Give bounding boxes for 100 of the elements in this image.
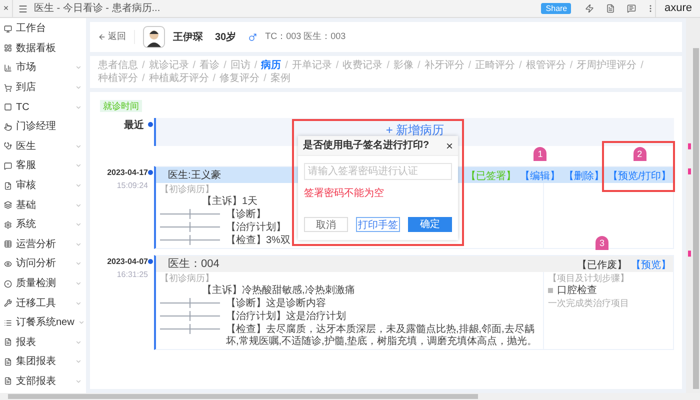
sidebar-item[interactable]: 运营分析	[0, 234, 86, 254]
tab-separator: /	[570, 59, 573, 72]
tab[interactable]: 补牙评分	[424, 59, 464, 72]
note-marker: 2	[633, 147, 646, 161]
tab-separator: /	[224, 59, 226, 72]
sidebar-item[interactable]: 访问分析	[0, 254, 86, 274]
password-field[interactable]: 请输入签署密码进行认证	[304, 163, 452, 180]
share-button[interactable]: Share	[541, 3, 572, 14]
comment-icon[interactable]	[627, 4, 636, 13]
sidebar-item[interactable]: 到店	[0, 78, 86, 98]
record-field: 【主诉】1天	[202, 196, 258, 208]
dialog-button[interactable]: 打印手签	[356, 217, 400, 232]
back-arrow-icon	[98, 33, 106, 41]
tab[interactable]: 看诊	[200, 59, 220, 72]
side-item: 口腔检查	[548, 284, 597, 297]
tab-separator: /	[254, 59, 258, 72]
tab-separator: /	[336, 59, 339, 72]
tab-separator: /	[192, 59, 196, 72]
tab[interactable]: 案例	[270, 72, 290, 85]
sidebar-item[interactable]: 工作台	[0, 19, 86, 39]
tooth-position-drawing	[160, 298, 220, 308]
close-button[interactable]: ×	[446, 140, 453, 152]
menu-item-icon	[4, 64, 12, 72]
tooth-position-drawing	[160, 209, 220, 219]
sidebar-item[interactable]: 集团报表	[0, 352, 86, 372]
sidebar-item[interactable]: 报表	[0, 332, 86, 352]
record-field: 【诊断】这是诊断内容	[226, 298, 326, 310]
record-field: 【检查】3%双	[226, 235, 290, 247]
menu-item-icon	[4, 162, 12, 170]
tab[interactable]: 正畸评分	[475, 59, 516, 72]
menu-item-icon	[4, 299, 12, 308]
sidebar-item[interactable]: 迁移工具	[0, 293, 86, 313]
tab-separator: /	[640, 59, 644, 72]
patient-age: 30岁	[215, 30, 236, 44]
tab[interactable]: 根管评分	[526, 59, 566, 72]
tab-separator: /	[285, 59, 288, 72]
dialog-title: 是否使用电子签名进行打印?	[303, 138, 430, 153]
tab[interactable]: 病历	[261, 59, 282, 72]
tab-separator: /	[468, 59, 472, 72]
male-icon	[248, 32, 258, 42]
tab[interactable]: 回访	[230, 59, 250, 72]
sidebar-item[interactable]: 门诊经理	[0, 116, 86, 137]
record-doctor: 医生：004	[168, 256, 220, 272]
tab-separator: /	[386, 59, 390, 72]
staff-info: TC：003 医生：003	[265, 30, 346, 44]
menu-item-icon	[4, 182, 12, 190]
menu-item-icon	[4, 122, 12, 131]
menu-item-icon	[4, 260, 12, 268]
back-button[interactable]: 返回	[98, 30, 135, 44]
menu-item-icon	[4, 240, 12, 248]
tab-separator: /	[212, 72, 216, 85]
record-field: 【检查】去尽腐质，达牙本质深层，未及露髓点比热,排龈,邻面,去尽龋坏,常规医嘱,不适随诊,护髓,垫底，树脂充填，调磨充填体高点，抛光。	[226, 324, 539, 348]
tab[interactable]: 影像	[393, 59, 414, 72]
sidebar-item[interactable]: 客服	[0, 156, 86, 176]
sidebar-item[interactable]: 审核	[0, 176, 86, 196]
record-action[interactable]: 【预览/打印】	[608, 171, 671, 182]
tab[interactable]: 种植评分	[98, 72, 138, 85]
tab[interactable]: 修复评分	[220, 72, 260, 85]
note-marker: 3	[596, 236, 608, 250]
sidebar-item[interactable]: 基础	[0, 195, 86, 215]
dialog-button[interactable]: 确定	[408, 217, 452, 232]
side-note: 一次完成类治疗项目	[548, 297, 629, 309]
sidebar-item[interactable]: 质量检测	[0, 274, 86, 294]
document-icon[interactable]	[606, 4, 616, 13]
menu-item-icon	[4, 318, 12, 327]
dialog-button[interactable]: 取消	[304, 217, 348, 232]
close-button[interactable]: ×	[0, 0, 13, 17]
tab[interactable]: 开单记录	[292, 59, 332, 72]
record-type: 【初诊病历】	[160, 184, 214, 195]
sidebar-item[interactable]: TC	[0, 97, 86, 117]
menu-item-icon	[4, 220, 12, 229]
menu-item-icon	[4, 84, 12, 92]
record-action[interactable]: 【预览】	[631, 260, 671, 271]
menu-icon[interactable]	[18, 4, 28, 14]
add-record-button[interactable]: + 新增病历	[386, 121, 444, 139]
record-time: 16:31:25	[116, 269, 148, 280]
record-field: 【主诉】冷热酸甜敏感,冷热刺激痛	[202, 285, 355, 297]
tab[interactable]: 就诊记录	[148, 59, 189, 72]
side-title: 【项目及计划步骤】	[548, 272, 629, 284]
menu-item-icon	[4, 142, 12, 150]
lightning-icon[interactable]	[585, 4, 594, 13]
time-tag: 就诊时间	[100, 100, 142, 112]
tab[interactable]: 患者信息	[98, 59, 138, 72]
sidebar-item[interactable]: 市场	[0, 58, 86, 78]
tooth-position-drawing	[160, 324, 220, 334]
record-time: 15:09:24	[116, 180, 148, 191]
sidebar-item[interactable]: 订餐系统new	[0, 312, 86, 332]
sidebar-item[interactable]: 系统	[0, 214, 86, 235]
sidebar-item[interactable]: 数据看板	[0, 38, 86, 58]
tab-separator: /	[142, 72, 145, 85]
tab-separator: /	[519, 59, 522, 72]
tab[interactable]: 种植戴牙评分	[148, 72, 209, 85]
error-message: 签署密码不能为空	[304, 186, 384, 201]
axure-logo: axure	[655, 0, 700, 17]
tab[interactable]: 收费记录	[342, 59, 383, 72]
tab[interactable]: 牙周护理评分	[576, 59, 637, 72]
record-action[interactable]: 【删除】	[564, 171, 604, 182]
sidebar-item[interactable]: 医生	[0, 136, 86, 156]
record-action[interactable]: 【编辑】	[520, 171, 560, 182]
sidebar-item[interactable]: 支部报表	[0, 372, 86, 392]
